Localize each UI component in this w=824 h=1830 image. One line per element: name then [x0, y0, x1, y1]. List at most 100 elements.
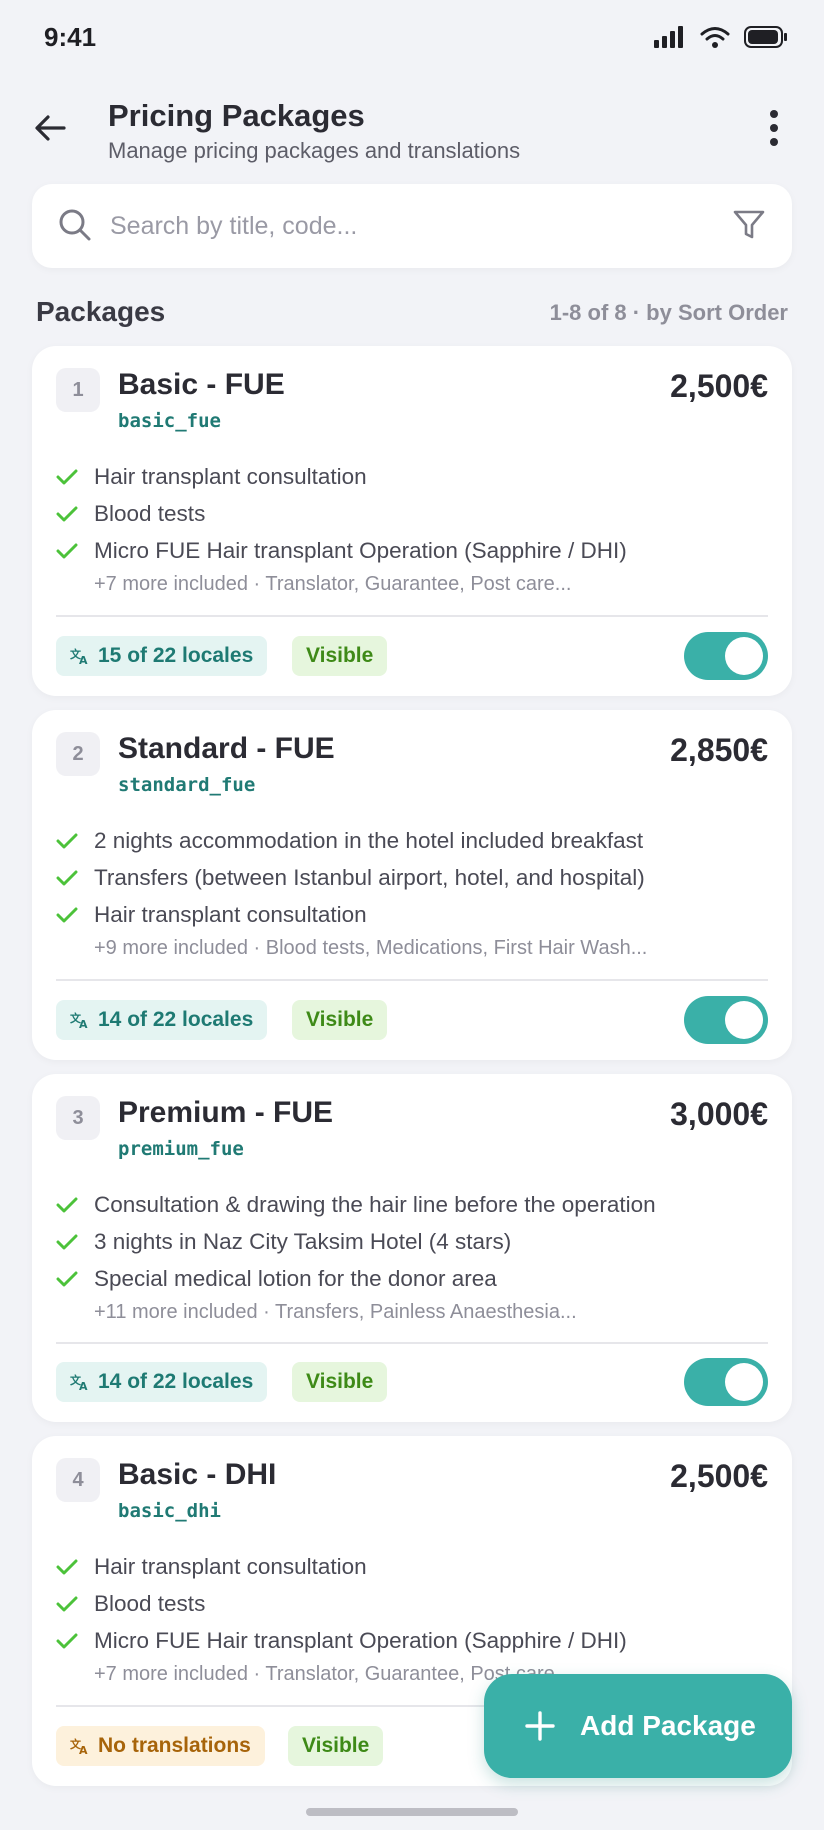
locales-badge[interactable]: 文A No translations	[56, 1726, 265, 1766]
toggle-knob	[725, 1001, 763, 1039]
home-indicator	[306, 1808, 518, 1816]
package-code: standard_fue	[118, 774, 256, 796]
back-button[interactable]	[28, 106, 72, 150]
package-code: basic_fue	[118, 410, 221, 432]
check-icon	[56, 1271, 88, 1287]
locales-badge[interactable]: 文A 14 of 22 locales	[56, 1000, 268, 1040]
translate-icon: 文A	[70, 1011, 88, 1029]
more-options-button[interactable]	[752, 104, 796, 152]
sort-order-badge: 3	[56, 1096, 100, 1140]
arrow-left-icon	[35, 115, 66, 141]
svg-text:A: A	[79, 1744, 88, 1755]
feature-text: Special medical lotion for the donor are…	[94, 1265, 497, 1291]
locales-badge[interactable]: 文A 15 of 22 locales	[56, 636, 268, 676]
status-bar: 9:41	[0, 0, 824, 80]
package-price: 2,500€	[670, 368, 768, 404]
more-included-text: +9 more included · Blood tests, Medicati…	[94, 937, 648, 959]
feature-item: Micro FUE Hair transplant Operation (Sap…	[56, 1622, 768, 1659]
package-card[interactable]: 3 Premium - FUE premium_fue 3,000€ Consu…	[32, 1074, 792, 1422]
check-icon	[56, 543, 88, 559]
package-card[interactable]: 1 Basic - FUE basic_fue 2,500€ Hair tran…	[32, 346, 792, 696]
feature-text: Hair transplant consultation	[94, 463, 367, 489]
sort-order-badge: 2	[56, 732, 100, 776]
feature-text: Micro FUE Hair transplant Operation (Sap…	[94, 1627, 627, 1653]
locales-badge[interactable]: 文A 14 of 22 locales	[56, 1362, 268, 1402]
status-icons	[654, 26, 788, 48]
visibility-badge: Visible	[288, 1726, 384, 1766]
package-title: Premium - FUE	[118, 1096, 334, 1129]
feature-list: Consultation & drawing the hair line bef…	[56, 1186, 768, 1324]
package-title: Basic - DHI	[118, 1458, 277, 1491]
package-code: premium_fue	[118, 1138, 244, 1160]
feature-text: Transfers (between Istanbul airport, hot…	[94, 864, 645, 890]
feature-item: Blood tests	[56, 495, 768, 532]
battery-icon	[744, 26, 787, 48]
feature-list: Hair transplant consultation Blood tests…	[56, 1548, 768, 1686]
feature-text: 3 nights in Naz City Taksim Hotel (4 sta…	[94, 1228, 512, 1254]
feature-item: Consultation & drawing the hair line bef…	[56, 1186, 768, 1223]
sort-order-badge: 4	[56, 1458, 100, 1502]
section-meta: 1-8 of 8 · by Sort Order	[549, 300, 788, 325]
feature-item: Hair transplant consultation	[56, 1548, 768, 1585]
package-price: 3,000€	[670, 1096, 768, 1132]
sort-order-badge: 1	[56, 368, 100, 412]
check-icon	[56, 870, 88, 886]
package-card[interactable]: 2 Standard - FUE standard_fue 2,850€ 2 n…	[32, 710, 792, 1060]
feature-item: Transfers (between Istanbul airport, hot…	[56, 859, 768, 896]
translate-icon: 文A	[70, 1737, 88, 1755]
section-title: Packages	[36, 296, 166, 327]
page-title: Pricing Packages	[108, 98, 365, 133]
package-price: 2,500€	[670, 1458, 768, 1494]
locales-text: 14 of 22 locales	[98, 1370, 254, 1393]
feature-list: 2 nights accommodation in the hotel incl…	[56, 822, 768, 960]
translate-icon: 文A	[70, 1373, 88, 1391]
feature-list: Hair transplant consultation Blood tests…	[56, 458, 768, 596]
search-icon	[59, 209, 91, 241]
visibility-toggle[interactable]	[684, 1358, 768, 1406]
visibility-badge: Visible	[292, 636, 388, 676]
more-vertical-icon	[770, 110, 778, 146]
svg-text:A: A	[79, 654, 88, 665]
check-icon	[56, 907, 88, 923]
search-bar	[32, 184, 792, 268]
visibility-badge: Visible	[292, 1000, 388, 1040]
translate-icon: 文A	[70, 647, 88, 665]
check-icon	[56, 1197, 88, 1213]
check-icon	[56, 1633, 88, 1649]
card-divider	[56, 1342, 768, 1344]
check-icon	[56, 1234, 88, 1250]
feature-item: Micro FUE Hair transplant Operation (Sap…	[56, 532, 768, 569]
package-title: Standard - FUE	[118, 732, 335, 765]
check-icon	[56, 1596, 88, 1612]
page-subtitle: Manage pricing packages and translations	[108, 138, 521, 163]
check-icon	[56, 1559, 88, 1575]
package-title: Basic - FUE	[118, 368, 285, 401]
card-divider	[56, 979, 768, 981]
feature-text: Micro FUE Hair transplant Operation (Sap…	[94, 537, 627, 563]
feature-item: Hair transplant consultation	[56, 896, 768, 933]
visibility-toggle[interactable]	[684, 632, 768, 680]
feature-item: 2 nights accommodation in the hotel incl…	[56, 822, 768, 859]
more-included-text: +7 more included · Translator, Guarantee…	[94, 573, 572, 595]
plus-icon	[525, 1711, 555, 1741]
feature-item: Hair transplant consultation	[56, 458, 768, 495]
svg-text:A: A	[79, 1018, 88, 1029]
signal-icon	[654, 26, 683, 48]
card-divider	[56, 615, 768, 617]
filter-icon[interactable]	[732, 208, 766, 242]
more-included-text: +11 more included · Transfers, Painless …	[94, 1301, 577, 1323]
locales-text: No translations	[98, 1734, 251, 1757]
status-time: 9:41	[44, 22, 97, 52]
check-icon	[56, 506, 88, 522]
feature-text: Blood tests	[94, 500, 206, 526]
add-package-button[interactable]: Add Package	[484, 1674, 792, 1778]
toggle-knob	[725, 637, 763, 675]
feature-item: Blood tests	[56, 1585, 768, 1622]
feature-text: Consultation & drawing the hair line bef…	[94, 1191, 656, 1217]
check-icon	[56, 469, 88, 485]
search-input[interactable]	[110, 202, 730, 250]
add-package-label: Add Package	[580, 1710, 756, 1741]
visibility-toggle[interactable]	[684, 996, 768, 1044]
visibility-badge: Visible	[292, 1362, 388, 1402]
locales-text: 15 of 22 locales	[98, 644, 254, 667]
